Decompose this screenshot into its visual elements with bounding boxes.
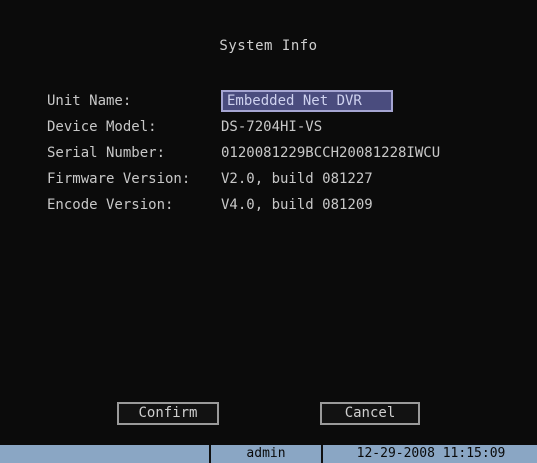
encode-version-label: Encode Version: — [47, 197, 174, 213]
serial-number-label: Serial Number: — [47, 145, 166, 161]
confirm-button[interactable]: Confirm — [117, 402, 219, 425]
unit-name-row: Unit Name: — [47, 90, 221, 112]
system-datetime: 12-29-2008 11:15:09 — [321, 445, 537, 463]
encode-version-value: V4.0, build 081209 — [221, 197, 373, 213]
device-model-value: DS-7204HI-VS — [221, 119, 323, 135]
firmware-version-value: V2.0, build 081227 — [221, 171, 373, 187]
firmware-version-row: Firmware Version: V2.0, build 081227 — [47, 168, 373, 190]
status-bar: admin 12-29-2008 11:15:09 — [0, 445, 537, 463]
dvr-screen: System Info Unit Name: Embedded Net DVR … — [0, 0, 537, 463]
cancel-button[interactable]: Cancel — [320, 402, 420, 425]
current-user: admin — [209, 445, 321, 463]
serial-number-value: 0120081229BCCH20081228IWCU — [221, 145, 441, 161]
device-model-label: Device Model: — [47, 119, 157, 135]
device-model-row: Device Model: DS-7204HI-VS — [47, 116, 322, 138]
firmware-version-label: Firmware Version: — [47, 171, 191, 187]
unit-name-input[interactable]: Embedded Net DVR — [221, 90, 393, 112]
unit-name-label: Unit Name: — [47, 93, 132, 109]
status-bar-blank-segment — [0, 445, 207, 463]
serial-number-row: Serial Number: 0120081229BCCH20081228IWCU — [47, 142, 440, 164]
encode-version-row: Encode Version: V4.0, build 081209 — [47, 194, 373, 216]
dialog-title: System Info — [219, 38, 318, 54]
